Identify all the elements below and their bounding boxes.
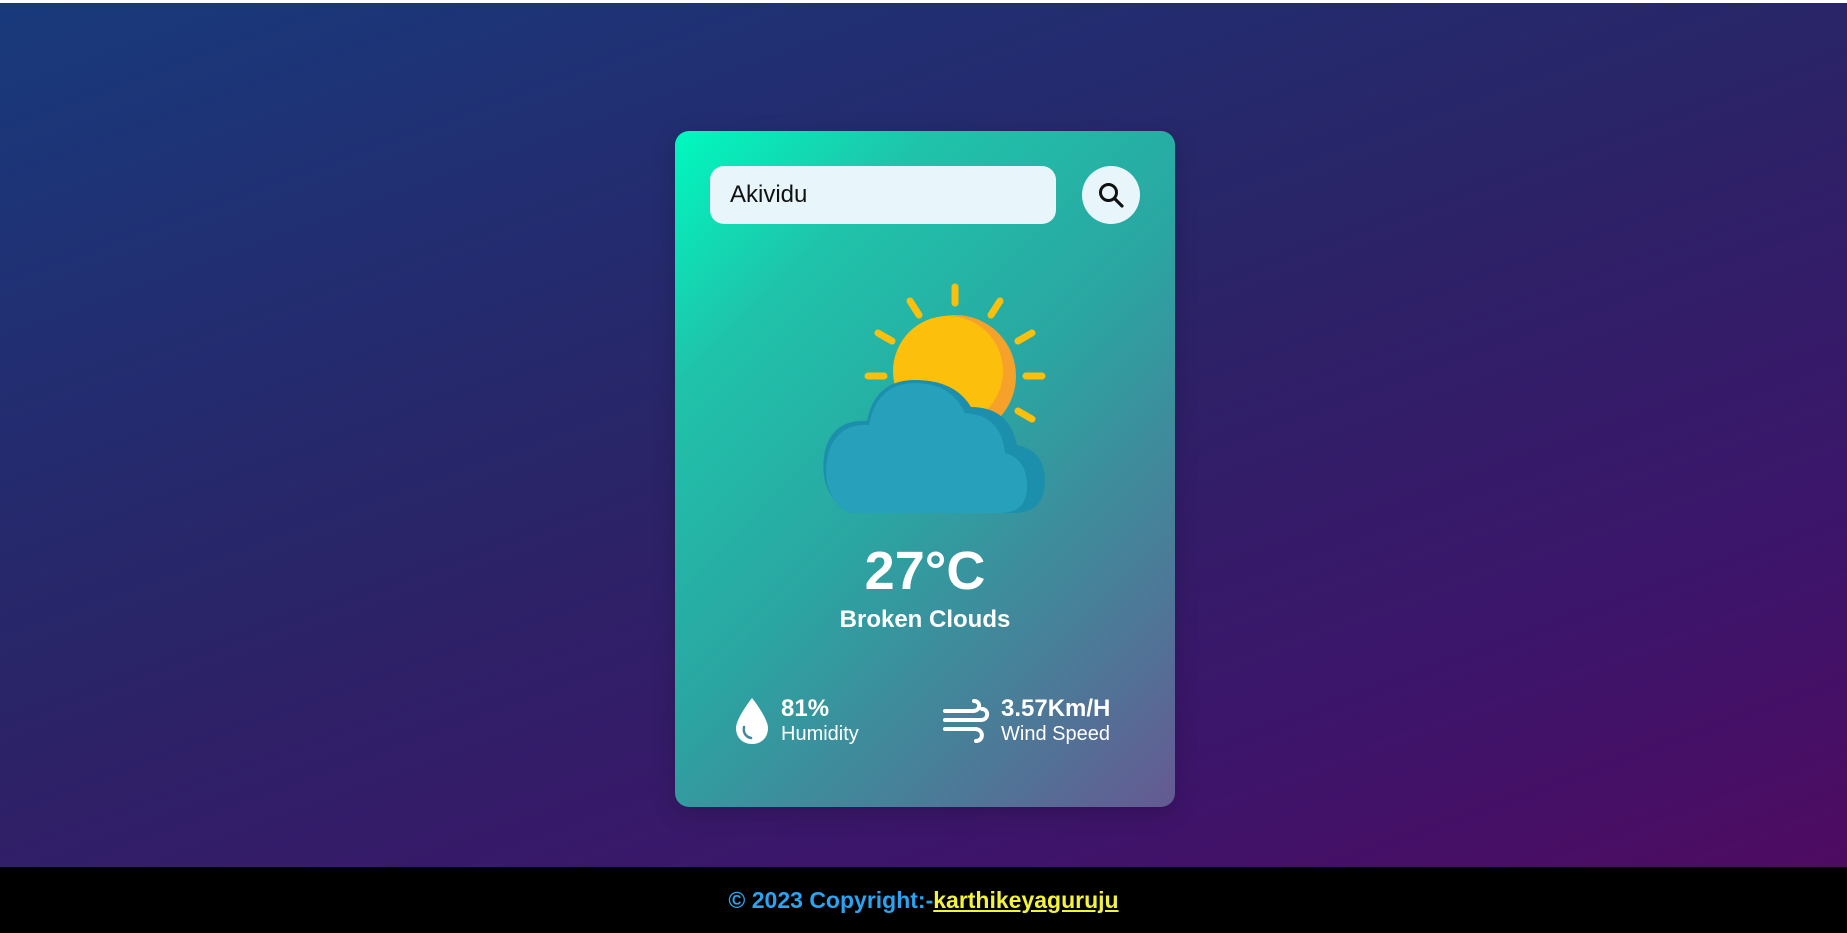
- wind-speed-value: 3.57Km/H: [1001, 695, 1111, 722]
- author-link[interactable]: karthikeyaguruju: [933, 887, 1118, 914]
- wind-speed-label: Wind Speed: [1001, 723, 1110, 745]
- humidity-value: 81%: [781, 695, 830, 722]
- wind-detail: 3.57Km/H Wind Speed: [941, 696, 1110, 746]
- water-drop-icon: [736, 698, 768, 744]
- sun-behind-cloud-icon: [823, 283, 1046, 513]
- search-button[interactable]: [1082, 166, 1140, 224]
- weather-card: 27°C Broken Clouds 81% Humidity 3.57K: [675, 131, 1175, 807]
- page-background: 27°C Broken Clouds 81% Humidity 3.57K: [0, 3, 1847, 867]
- footer: © 2023 Copyright:- karthikeyaguruju: [0, 867, 1847, 933]
- humidity-detail: 81% Humidity: [733, 696, 859, 746]
- copyright-text: © 2023 Copyright:-: [728, 886, 934, 913]
- city-search-input[interactable]: [710, 166, 1056, 224]
- humidity-label: Humidity: [781, 723, 859, 745]
- temperature: 27°C: [864, 541, 986, 601]
- weather-description: Broken Clouds: [839, 606, 1011, 633]
- search-icon: [1099, 183, 1124, 208]
- wind-icon: [943, 699, 990, 743]
